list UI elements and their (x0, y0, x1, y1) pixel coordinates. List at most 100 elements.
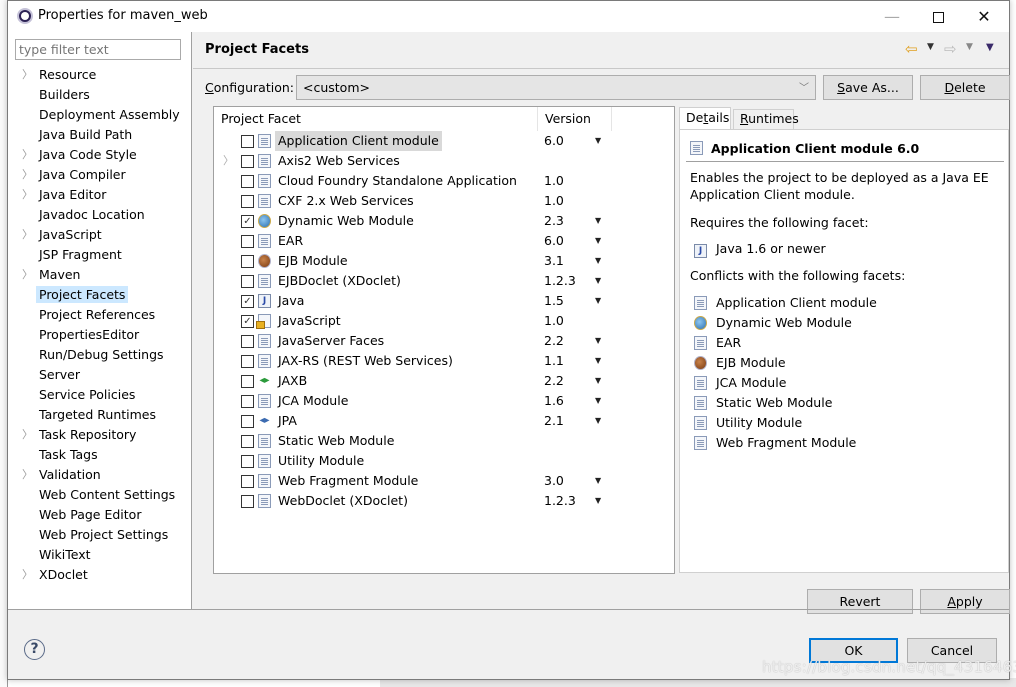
sidebar-item[interactable]: 〉 Resource (8, 65, 192, 85)
version-dropdown-icon[interactable]: ▼ (595, 271, 601, 291)
sidebar-item[interactable]: Service Policies (8, 385, 192, 405)
facet-checkbox[interactable] (241, 155, 254, 168)
sidebar-item[interactable]: 〉 Task Repository (8, 425, 192, 445)
facet-checkbox[interactable] (241, 195, 254, 208)
facet-version[interactable]: 6.0 (544, 131, 564, 151)
sidebar-item[interactable]: 〉 Validation (8, 465, 192, 485)
facet-checkbox[interactable] (241, 275, 254, 288)
facet-row[interactable]: Utility Module (214, 451, 674, 471)
facet-row[interactable]: JAX-RS (REST Web Services) 1.1 ▼ (214, 351, 674, 371)
facet-checkbox[interactable] (241, 235, 254, 248)
filter-input[interactable] (15, 39, 181, 60)
facet-checkbox[interactable] (241, 135, 254, 148)
facet-checkbox[interactable] (241, 255, 254, 268)
close-button[interactable]: ✕ (961, 1, 1007, 32)
column-header-facet[interactable]: Project Facet (214, 107, 538, 131)
chevron-right-icon[interactable]: 〉 (22, 185, 33, 205)
facet-version[interactable]: 2.2 (544, 371, 564, 391)
facet-version[interactable]: 1.0 (544, 191, 564, 211)
facet-row[interactable]: JavaServer Faces 2.2 ▼ (214, 331, 674, 351)
facet-checkbox[interactable] (241, 415, 254, 428)
version-dropdown-icon[interactable]: ▼ (595, 371, 601, 391)
facet-checkbox[interactable]: ✓ (241, 215, 254, 228)
facet-row[interactable]: ✓ Dynamic Web Module 2.3 ▼ (214, 211, 674, 231)
facet-checkbox[interactable] (241, 335, 254, 348)
back-dropdown-icon[interactable]: ▼ (927, 42, 934, 52)
sidebar-item[interactable]: Project Facets (8, 285, 192, 305)
facet-version[interactable]: 2.2 (544, 331, 564, 351)
facet-checkbox[interactable] (241, 375, 254, 388)
view-menu-icon[interactable]: ▼ (986, 42, 994, 53)
facet-version[interactable]: 6.0 (544, 231, 564, 251)
version-dropdown-icon[interactable]: ▼ (595, 331, 601, 351)
version-dropdown-icon[interactable]: ▼ (595, 471, 601, 491)
facet-row[interactable]: WebDoclet (XDoclet) 1.2.3 ▼ (214, 491, 674, 511)
facet-version[interactable]: 3.1 (544, 251, 564, 271)
facet-row[interactable]: EJB Module 3.1 ▼ (214, 251, 674, 271)
help-icon[interactable]: ? (24, 639, 45, 660)
facet-version[interactable]: 1.0 (544, 171, 564, 191)
sidebar-item[interactable]: Project References (8, 305, 192, 325)
sidebar-item[interactable]: Server (8, 365, 192, 385)
sidebar-item[interactable]: PropertiesEditor (8, 325, 192, 345)
expand-icon[interactable]: 〉 (223, 151, 234, 171)
facet-row[interactable]: ◂▸ JPA 2.1 ▼ (214, 411, 674, 431)
tab-details[interactable]: Details (679, 107, 731, 129)
column-header-version[interactable]: Version (538, 107, 612, 131)
sidebar-item[interactable]: Web Project Settings (8, 525, 192, 545)
delete-button[interactable]: Delete (920, 75, 1010, 100)
sidebar-item[interactable]: 〉 XDoclet (8, 565, 192, 585)
facet-checkbox[interactable] (241, 355, 254, 368)
facet-row[interactable]: ✓ J Java 1.5 ▼ (214, 291, 674, 311)
sidebar-item[interactable]: Builders (8, 85, 192, 105)
facet-checkbox[interactable] (241, 395, 254, 408)
chevron-right-icon[interactable]: 〉 (22, 425, 33, 445)
facet-version[interactable]: 1.0 (544, 311, 564, 331)
sidebar-item[interactable]: Javadoc Location (8, 205, 192, 225)
facet-row[interactable]: Application Client module 6.0 ▼ (214, 131, 674, 151)
facet-checkbox[interactable] (241, 175, 254, 188)
version-dropdown-icon[interactable]: ▼ (595, 231, 601, 251)
chevron-right-icon[interactable]: 〉 (22, 465, 33, 485)
version-dropdown-icon[interactable]: ▼ (595, 291, 601, 311)
facet-row[interactable]: EAR 6.0 ▼ (214, 231, 674, 251)
facet-row[interactable]: ✓ JavaScript 1.0 (214, 311, 674, 331)
facet-row[interactable]: CXF 2.x Web Services 1.0 (214, 191, 674, 211)
facet-row[interactable]: EJBDoclet (XDoclet) 1.2.3 ▼ (214, 271, 674, 291)
revert-button[interactable]: Revert (807, 589, 913, 614)
tab-runtimes[interactable]: Runtimes (733, 109, 799, 129)
facet-checkbox[interactable]: ✓ (241, 295, 254, 308)
facet-checkbox[interactable] (241, 435, 254, 448)
facet-checkbox[interactable] (241, 455, 254, 468)
version-dropdown-icon[interactable]: ▼ (595, 411, 601, 431)
chevron-right-icon[interactable]: 〉 (22, 165, 33, 185)
facet-checkbox[interactable]: ✓ (241, 315, 254, 328)
sidebar-item[interactable]: Targeted Runtimes (8, 405, 192, 425)
facet-version[interactable]: 1.5 (544, 291, 564, 311)
version-dropdown-icon[interactable]: ▼ (595, 491, 601, 511)
sidebar-item[interactable]: 〉 Java Editor (8, 185, 192, 205)
save-as-button[interactable]: Save As... (823, 75, 913, 100)
chevron-right-icon[interactable]: 〉 (22, 225, 33, 245)
facet-version[interactable]: 2.1 (544, 411, 564, 431)
facet-version[interactable]: 1.1 (544, 351, 564, 371)
facet-row[interactable]: Web Fragment Module 3.0 ▼ (214, 471, 674, 491)
facet-row[interactable]: JCA Module 1.6 ▼ (214, 391, 674, 411)
sidebar-item[interactable]: Deployment Assembly (8, 105, 192, 125)
sidebar-item[interactable]: 〉 Java Compiler (8, 165, 192, 185)
sidebar-item[interactable]: Web Content Settings (8, 485, 192, 505)
sidebar-item[interactable]: 〉 Java Code Style (8, 145, 192, 165)
sidebar-item[interactable]: 〉 JavaScript (8, 225, 192, 245)
facet-version[interactable]: 1.2.3 (544, 271, 576, 291)
version-dropdown-icon[interactable]: ▼ (595, 251, 601, 271)
sidebar-item[interactable]: JSP Fragment (8, 245, 192, 265)
facet-version[interactable]: 1.6 (544, 391, 564, 411)
forward-dropdown-icon[interactable]: ▼ (966, 42, 973, 52)
facet-row[interactable]: ◂▸ JAXB 2.2 ▼ (214, 371, 674, 391)
chevron-right-icon[interactable]: 〉 (22, 565, 33, 585)
configuration-combo[interactable]: <custom> ﹀ (296, 75, 816, 100)
maximize-button[interactable] (915, 1, 961, 32)
sidebar-item[interactable]: WikiText (8, 545, 192, 565)
sidebar-item[interactable]: Run/Debug Settings (8, 345, 192, 365)
chevron-right-icon[interactable]: 〉 (22, 265, 33, 285)
